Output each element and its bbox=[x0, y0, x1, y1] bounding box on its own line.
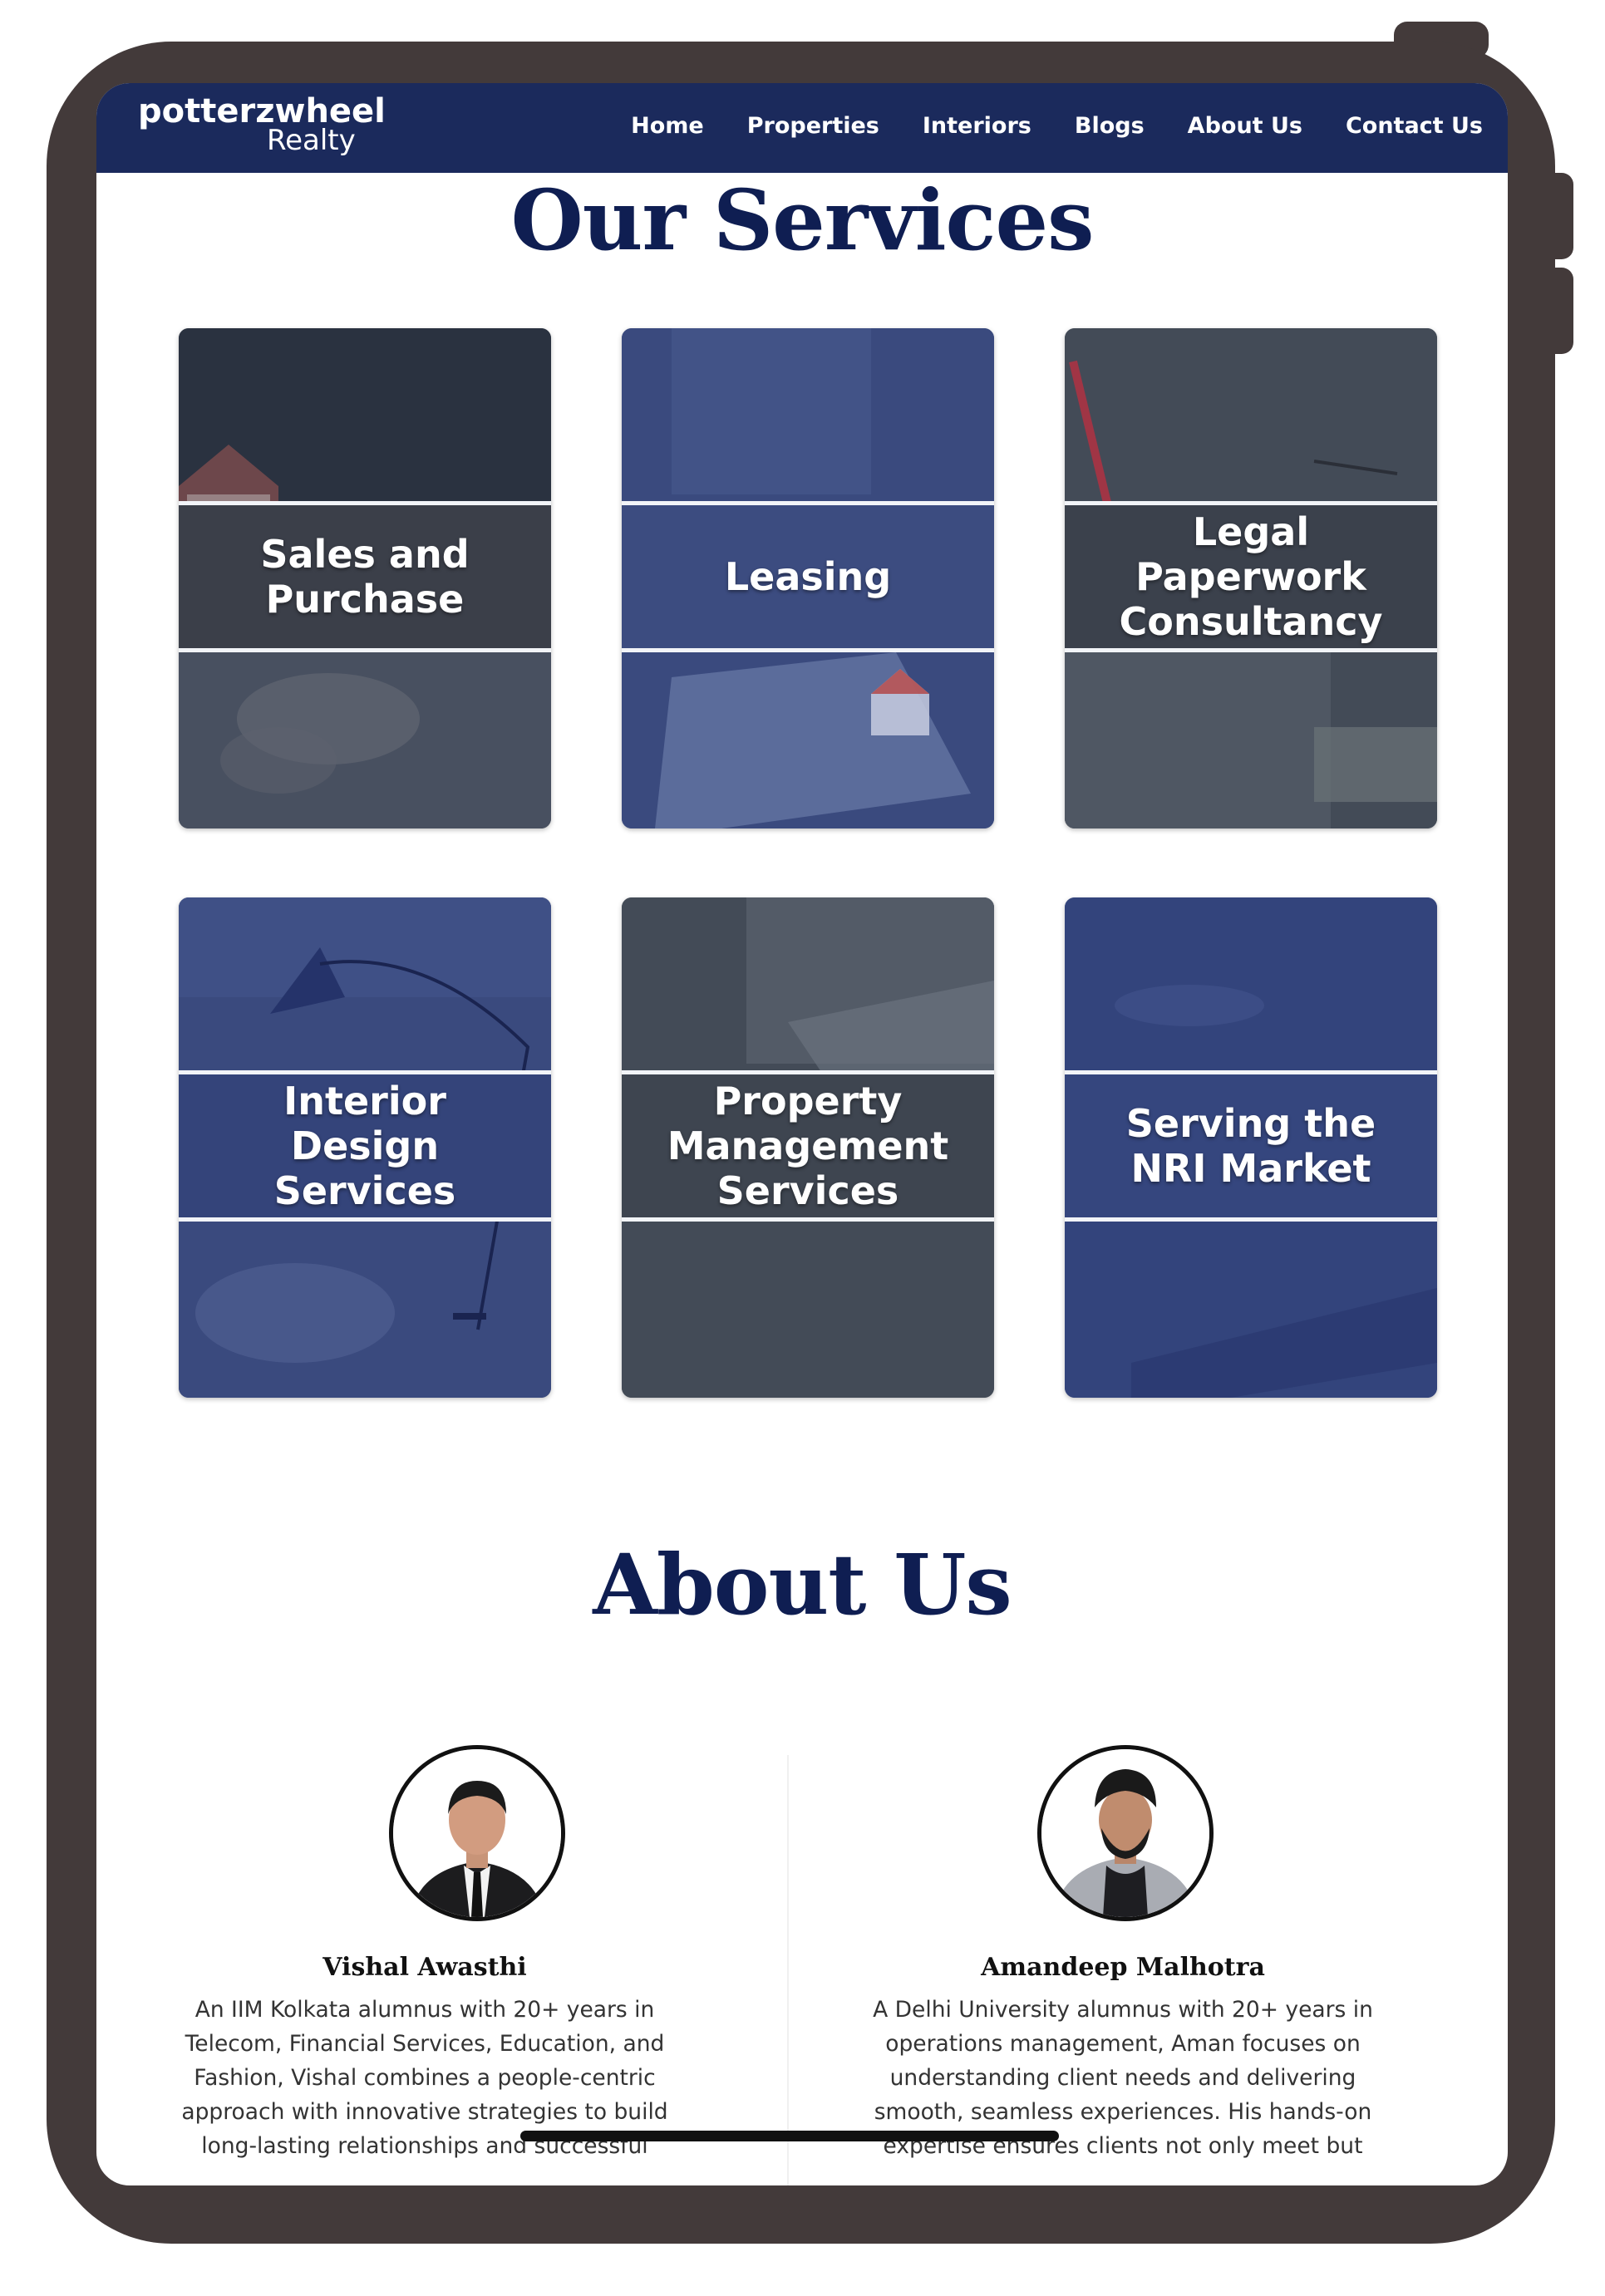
team-member-name: Vishal Awasthi bbox=[322, 1953, 527, 1982]
nav-blogs[interactable]: Blogs bbox=[1075, 113, 1145, 139]
home-indicator[interactable] bbox=[520, 2131, 1059, 2141]
logo-sub-text: Realty bbox=[267, 124, 356, 157]
service-card-legal-paperwork[interactable]: Legal Paperwork Consultancy bbox=[1065, 328, 1437, 828]
service-card-leasing[interactable]: Leasing bbox=[622, 328, 994, 828]
nav-about-us[interactable]: About Us bbox=[1188, 113, 1302, 139]
brand-logo[interactable]: potterzwheel Realty bbox=[138, 95, 386, 155]
nav-home[interactable]: Home bbox=[631, 113, 704, 139]
card-label-band: Serving the NRI Market bbox=[1065, 1070, 1437, 1222]
team-member-name: Amandeep Malhotra bbox=[981, 1953, 1265, 1982]
services-heading: Our Services bbox=[510, 171, 1095, 269]
service-label: Serving the NRI Market bbox=[1125, 1101, 1376, 1191]
service-label: Sales and Purchase bbox=[260, 532, 470, 622]
service-label: Leasing bbox=[724, 554, 892, 599]
service-label: Interior Design Services bbox=[273, 1079, 456, 1213]
person-icon bbox=[393, 1749, 561, 1917]
logo-main-text: potterzwheel bbox=[138, 92, 386, 130]
card-label-band: Legal Paperwork Consultancy bbox=[1065, 501, 1437, 652]
service-label: Property Management Services bbox=[667, 1079, 949, 1213]
person-icon bbox=[1041, 1749, 1209, 1917]
service-label: Legal Paperwork Consultancy bbox=[1119, 509, 1383, 644]
card-label-band: Sales and Purchase bbox=[179, 501, 551, 652]
navbar: potterzwheel Realty Home Properties Inte… bbox=[96, 83, 1508, 173]
card-label-band: Property Management Services bbox=[622, 1070, 994, 1222]
screen: potterzwheel Realty Home Properties Inte… bbox=[96, 83, 1508, 2185]
service-card-sales-purchase[interactable]: Sales and Purchase bbox=[179, 328, 551, 828]
avatar-amandeep-malhotra bbox=[1037, 1745, 1214, 1921]
card-label-band: Interior Design Services bbox=[179, 1070, 551, 1222]
team-divider bbox=[787, 1755, 789, 2185]
avatar-vishal-awasthi bbox=[389, 1745, 565, 1921]
service-card-nri-market[interactable]: Serving the NRI Market bbox=[1065, 897, 1437, 1398]
about-heading: About Us bbox=[593, 1536, 1012, 1634]
nav-contact-us[interactable]: Contact Us bbox=[1346, 113, 1483, 139]
nav-interiors[interactable]: Interiors bbox=[923, 113, 1031, 139]
service-card-interior-design[interactable]: Interior Design Services bbox=[179, 897, 551, 1398]
card-label-band: Leasing bbox=[622, 501, 994, 652]
nav-properties[interactable]: Properties bbox=[747, 113, 879, 139]
service-card-property-management[interactable]: Property Management Services bbox=[622, 897, 994, 1398]
main-nav: Home Properties Interiors Blogs About Us… bbox=[631, 113, 1483, 139]
